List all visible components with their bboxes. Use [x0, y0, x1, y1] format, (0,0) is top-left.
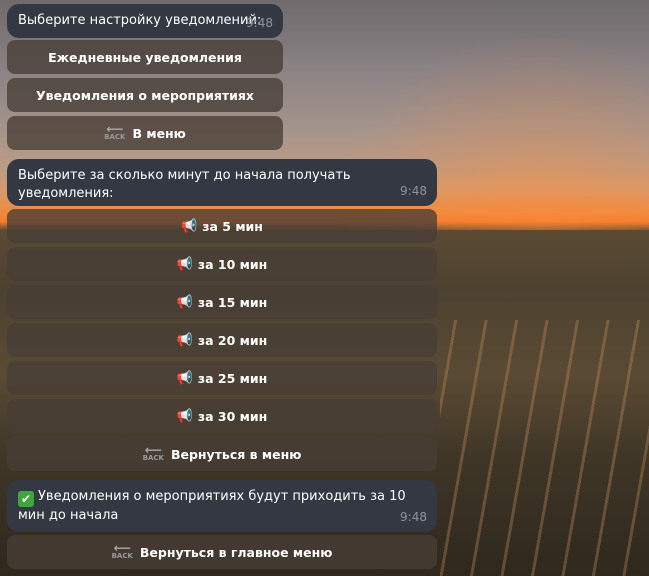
- button-label: за 25 мин: [197, 370, 268, 386]
- back-to-menu-button[interactable]: ⟵ BACK Вернуться в меню: [7, 437, 437, 471]
- button-label: Ежедневные уведомления: [48, 49, 242, 65]
- megaphone-icon: 📢: [176, 332, 193, 348]
- megaphone-icon: 📢: [176, 294, 193, 310]
- button-label: за 5 мин: [202, 218, 263, 234]
- button-label: за 10 мин: [197, 256, 268, 272]
- message-bubble: Выберите за сколько минут до начала полу…: [7, 159, 437, 206]
- button-label: В меню: [132, 125, 186, 141]
- back-arrow-icon: ⟵ BACK: [111, 541, 133, 560]
- button-label: Уведомления о мероприятиях: [36, 87, 254, 103]
- back-arrow-icon: ⟵ BACK: [142, 443, 164, 462]
- message-time: 9:48: [400, 510, 427, 524]
- background-grass: [440, 320, 649, 576]
- message-text: Уведомления о мероприятиях будут приходи…: [18, 489, 406, 523]
- message-bubble: ✔ Уведомления о мероприятиях будут приход…: [7, 480, 437, 532]
- megaphone-icon: 📢: [176, 408, 193, 424]
- check-mark-icon: ✔: [18, 491, 34, 507]
- notify-option-button[interactable]: 📢 за 5 мин: [7, 209, 437, 243]
- message-text: Выберите настройку уведомлений:: [18, 13, 262, 28]
- back-to-main-menu-button[interactable]: ⟵ BACK Вернуться в главное меню: [7, 535, 437, 569]
- button-label: Вернуться в меню: [170, 446, 302, 462]
- notify-option-button[interactable]: 📢 за 30 мин: [7, 399, 437, 433]
- message-text: Выберите за сколько минут до начала полу…: [18, 168, 351, 201]
- button-label: за 20 мин: [197, 332, 268, 348]
- message-time: 9:48: [400, 184, 427, 198]
- megaphone-icon: 📢: [181, 218, 198, 234]
- button-label: Вернуться в главное меню: [139, 544, 333, 560]
- megaphone-icon: 📢: [176, 370, 193, 386]
- button-label: за 30 мин: [197, 408, 268, 424]
- message-time: 9:48: [246, 16, 273, 30]
- megaphone-icon: 📢: [176, 256, 193, 272]
- notify-option-button[interactable]: 📢 за 25 мин: [7, 361, 437, 395]
- message-bubble: Выберите настройку уведомлений: 9:48: [7, 4, 283, 38]
- event-notifications-button[interactable]: Уведомления о мероприятиях: [7, 78, 283, 112]
- back-arrow-icon: ⟵ BACK: [104, 122, 126, 141]
- to-menu-button[interactable]: ⟵ BACK В меню: [7, 116, 283, 150]
- daily-notifications-button[interactable]: Ежедневные уведомления: [7, 40, 283, 74]
- notify-option-button[interactable]: 📢 за 20 мин: [7, 323, 437, 357]
- notify-option-button[interactable]: 📢 за 10 мин: [7, 247, 437, 281]
- notify-option-button[interactable]: 📢 за 15 мин: [7, 285, 437, 319]
- button-label: за 15 мин: [197, 294, 268, 310]
